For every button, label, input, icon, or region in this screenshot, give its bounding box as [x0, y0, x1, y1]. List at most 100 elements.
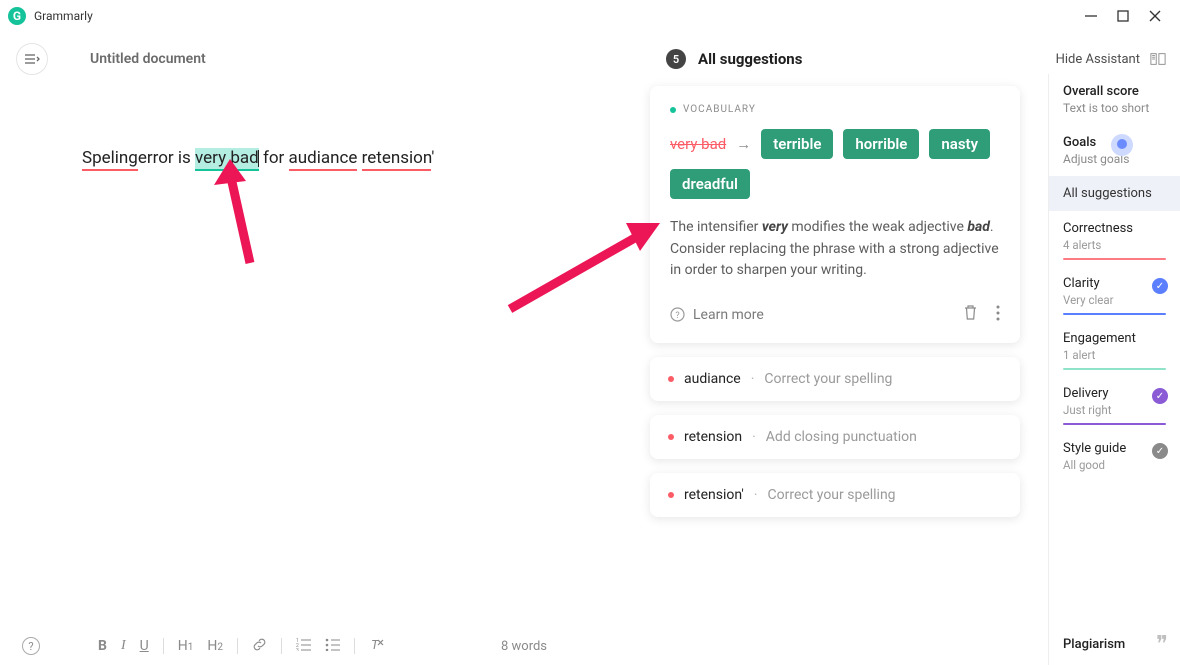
top-toolbar: Untitled document 5 All suggestions Hide…: [0, 32, 1180, 86]
suggestion-word: audiance: [684, 371, 741, 387]
category-delivery[interactable]: Delivery Just right ✓: [1049, 376, 1180, 431]
category-title: Clarity: [1063, 276, 1166, 291]
suggestion-footer: ? Learn more: [670, 298, 1000, 335]
error-phrase-very-bad[interactable]: very bad: [195, 148, 259, 171]
clear-format-button[interactable]: T: [369, 637, 384, 656]
svg-text:?: ?: [675, 311, 679, 321]
menu-button[interactable]: [16, 43, 48, 75]
heading2-button[interactable]: H2: [207, 638, 223, 654]
underline-button[interactable]: U: [140, 638, 149, 654]
category-sub: 4 alerts: [1063, 238, 1166, 252]
learn-more-link[interactable]: ? Learn more: [670, 307, 764, 323]
error-word-retension[interactable]: retension: [362, 148, 432, 171]
word-count[interactable]: 8 words: [501, 639, 547, 654]
help-button[interactable]: ?: [22, 637, 40, 655]
category-engagement[interactable]: Engagement 1 alert: [1049, 321, 1180, 376]
document-title[interactable]: Untitled document: [90, 51, 206, 67]
replacement-chip[interactable]: terrible: [761, 129, 833, 159]
explain-em: very: [762, 219, 788, 235]
suggestion-category-tag: VOCABULARY: [670, 104, 1000, 115]
category-sub: 1 alert: [1063, 348, 1166, 362]
explain-frag: The intensifier: [670, 219, 762, 235]
bullet-list-button[interactable]: [325, 638, 340, 655]
overall-score-title: Overall score: [1063, 84, 1166, 99]
panel-toggle-icon[interactable]: [1150, 52, 1166, 66]
app-logo: G: [8, 7, 26, 25]
editor-text-frag: ': [431, 148, 434, 168]
main-area: Spelingerror is very bad for audiance re…: [0, 86, 1180, 627]
suggestion-card-collapsed[interactable]: retension · Add closing punctuation: [650, 415, 1020, 459]
plagiarism-label: Plagiarism: [1063, 637, 1125, 652]
clear-format-icon: T: [369, 637, 384, 652]
suggestions-title: All suggestions: [698, 50, 802, 68]
category-bar: [1063, 423, 1166, 425]
ordered-list-icon: 123: [296, 638, 311, 651]
plagiarism-button[interactable]: Plagiarism ❞: [1063, 631, 1168, 657]
svg-text:3: 3: [296, 648, 299, 651]
suggestion-count-badge: 5: [666, 49, 686, 69]
suggestion-card-collapsed[interactable]: retension' · Correct your spelling: [650, 473, 1020, 517]
suggestions-column: VOCABULARY very bad → terrible horrible …: [650, 86, 1030, 627]
category-sub: Very clear: [1063, 293, 1166, 307]
goals-target-icon: [1111, 134, 1133, 156]
link-icon: [252, 637, 267, 652]
suggestion-card-collapsed[interactable]: audiance · Correct your spelling: [650, 357, 1020, 401]
check-badge-icon: ✓: [1152, 388, 1168, 404]
suggestion-hint: Correct your spelling: [768, 487, 896, 503]
window-close-icon[interactable]: [1148, 9, 1162, 23]
heading1-button[interactable]: H1: [178, 638, 194, 654]
replacement-chip[interactable]: horrible: [843, 129, 919, 159]
explain-frag: modifies the weak adjective: [788, 219, 967, 235]
overall-score-block[interactable]: Overall score Text is too short: [1049, 74, 1180, 125]
replacement-chip[interactable]: dreadful: [670, 169, 750, 199]
goals-sub: Adjust goals: [1063, 152, 1166, 166]
trash-icon: [963, 304, 978, 321]
more-options-button[interactable]: [996, 305, 1000, 325]
suggestion-word: retension': [684, 487, 744, 503]
window-maximize-icon[interactable]: [1116, 9, 1130, 23]
replacement-chip[interactable]: nasty: [929, 129, 990, 159]
correctness-dot-icon: [668, 434, 674, 440]
goals-block[interactable]: Goals Adjust goals: [1049, 125, 1180, 176]
editor-text[interactable]: Spelingerror is very bad for audiance re…: [82, 144, 650, 173]
title-bar-left: G Grammarly: [8, 7, 93, 25]
category-title: Engagement: [1063, 331, 1166, 346]
all-suggestions-tab[interactable]: All suggestions: [1049, 176, 1180, 211]
italic-button[interactable]: I: [121, 638, 126, 654]
separator: [163, 638, 164, 654]
window-controls: [1084, 9, 1172, 23]
editor-text-frag: error is: [138, 148, 195, 168]
suggestion-hint: Add closing punctuation: [766, 429, 917, 445]
delete-suggestion-button[interactable]: [963, 304, 978, 325]
category-correctness[interactable]: Correctness 4 alerts: [1049, 211, 1180, 266]
hide-assistant-button[interactable]: Hide Assistant: [1056, 52, 1140, 67]
window-minimize-icon[interactable]: [1084, 9, 1098, 23]
category-bar: [1063, 478, 1166, 480]
menu-icon: [24, 53, 40, 65]
quote-icon: ❞: [1156, 631, 1168, 657]
suggestion-card-expanded[interactable]: VOCABULARY very bad → terrible horrible …: [650, 86, 1020, 343]
category-bar: [1063, 313, 1166, 315]
separator: [237, 638, 238, 654]
bold-button[interactable]: B: [98, 638, 107, 654]
error-word-audiance[interactable]: audiance: [289, 148, 358, 171]
vocabulary-dot-icon: [670, 107, 676, 113]
category-style-guide[interactable]: Style guide All good ✓: [1049, 431, 1180, 486]
error-word-speling[interactable]: Speling: [82, 148, 138, 171]
ordered-list-button[interactable]: 123: [296, 638, 311, 655]
link-button[interactable]: [252, 637, 267, 656]
category-bar: [1063, 368, 1166, 370]
check-badge-icon: ✓: [1152, 443, 1168, 459]
suggestion-word: retension: [684, 429, 742, 445]
separator-dot-icon: ·: [752, 429, 756, 445]
category-clarity[interactable]: Clarity Very clear ✓: [1049, 266, 1180, 321]
help-circle-icon: ?: [670, 307, 685, 322]
replacement-row: very bad → terrible horrible nasty dread…: [670, 129, 1000, 199]
suggestions-header: 5 All suggestions: [666, 49, 802, 69]
app-name: Grammarly: [34, 9, 93, 23]
arrow-right-icon: →: [736, 135, 751, 153]
right-sidebar: Overall score Text is too short Goals Ad…: [1048, 74, 1180, 665]
editor-area[interactable]: Spelingerror is very bad for audiance re…: [0, 86, 650, 627]
bottom-toolbar: ? B I U H1 H2 123 T 8 words: [0, 627, 1048, 665]
category-sub: Just right: [1063, 403, 1166, 417]
